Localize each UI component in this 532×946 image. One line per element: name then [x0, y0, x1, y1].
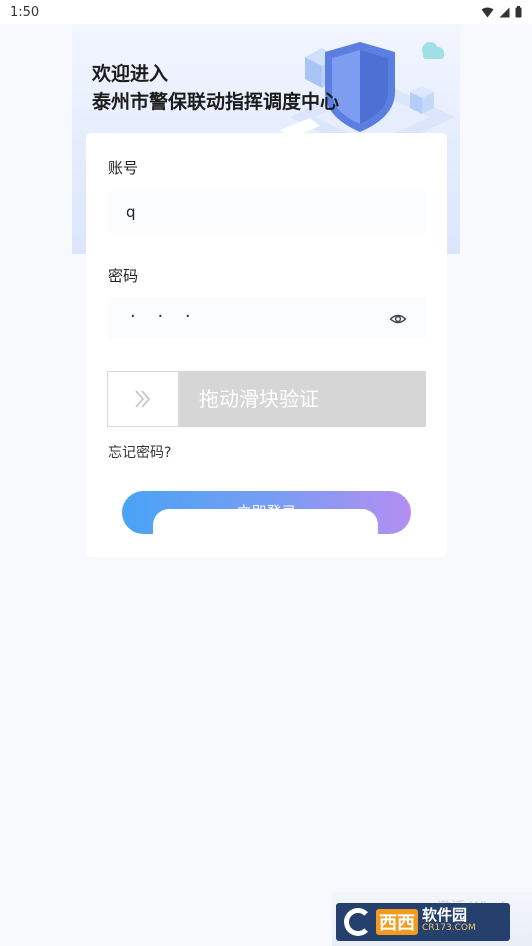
password-label: 密码: [108, 267, 139, 285]
watermark-soft: 软件园 CR173.COM: [422, 906, 476, 935]
status-bar: 1:50: [0, 0, 532, 24]
account-input[interactable]: [108, 191, 426, 233]
login-overlay: [153, 509, 378, 549]
battery-icon: [515, 6, 522, 18]
welcome-title: 欢迎进入 泰州市警保联动指挥调度中心: [92, 60, 339, 116]
forgot-password-link[interactable]: 忘记密码?: [108, 442, 171, 462]
welcome-line-1: 欢迎进入: [92, 63, 169, 85]
double-chevron-right-icon: [135, 390, 151, 408]
eye-icon[interactable]: [389, 310, 407, 328]
password-input[interactable]: · · ·: [108, 297, 426, 339]
status-time: 1:50: [10, 4, 40, 20]
cr173-watermark: 西西 软件园 CR173.COM: [336, 903, 510, 941]
wifi-icon: [481, 7, 494, 17]
account-label: 账号: [108, 159, 139, 177]
watermark-domain: CR173.COM: [422, 923, 476, 933]
slider-handle[interactable]: [107, 371, 179, 427]
status-icons: [481, 6, 522, 18]
slider-captcha[interactable]: 拖动滑块验证: [107, 371, 426, 427]
watermark-xixi: 西西: [376, 909, 418, 935]
watermark-soft-text: 软件园: [422, 906, 468, 924]
welcome-line-2: 泰州市警保联动指挥调度中心: [92, 91, 340, 113]
signal-icon: [499, 7, 510, 17]
watermark-logo-icon: [344, 908, 372, 936]
slider-text: 拖动滑块验证: [199, 387, 319, 411]
